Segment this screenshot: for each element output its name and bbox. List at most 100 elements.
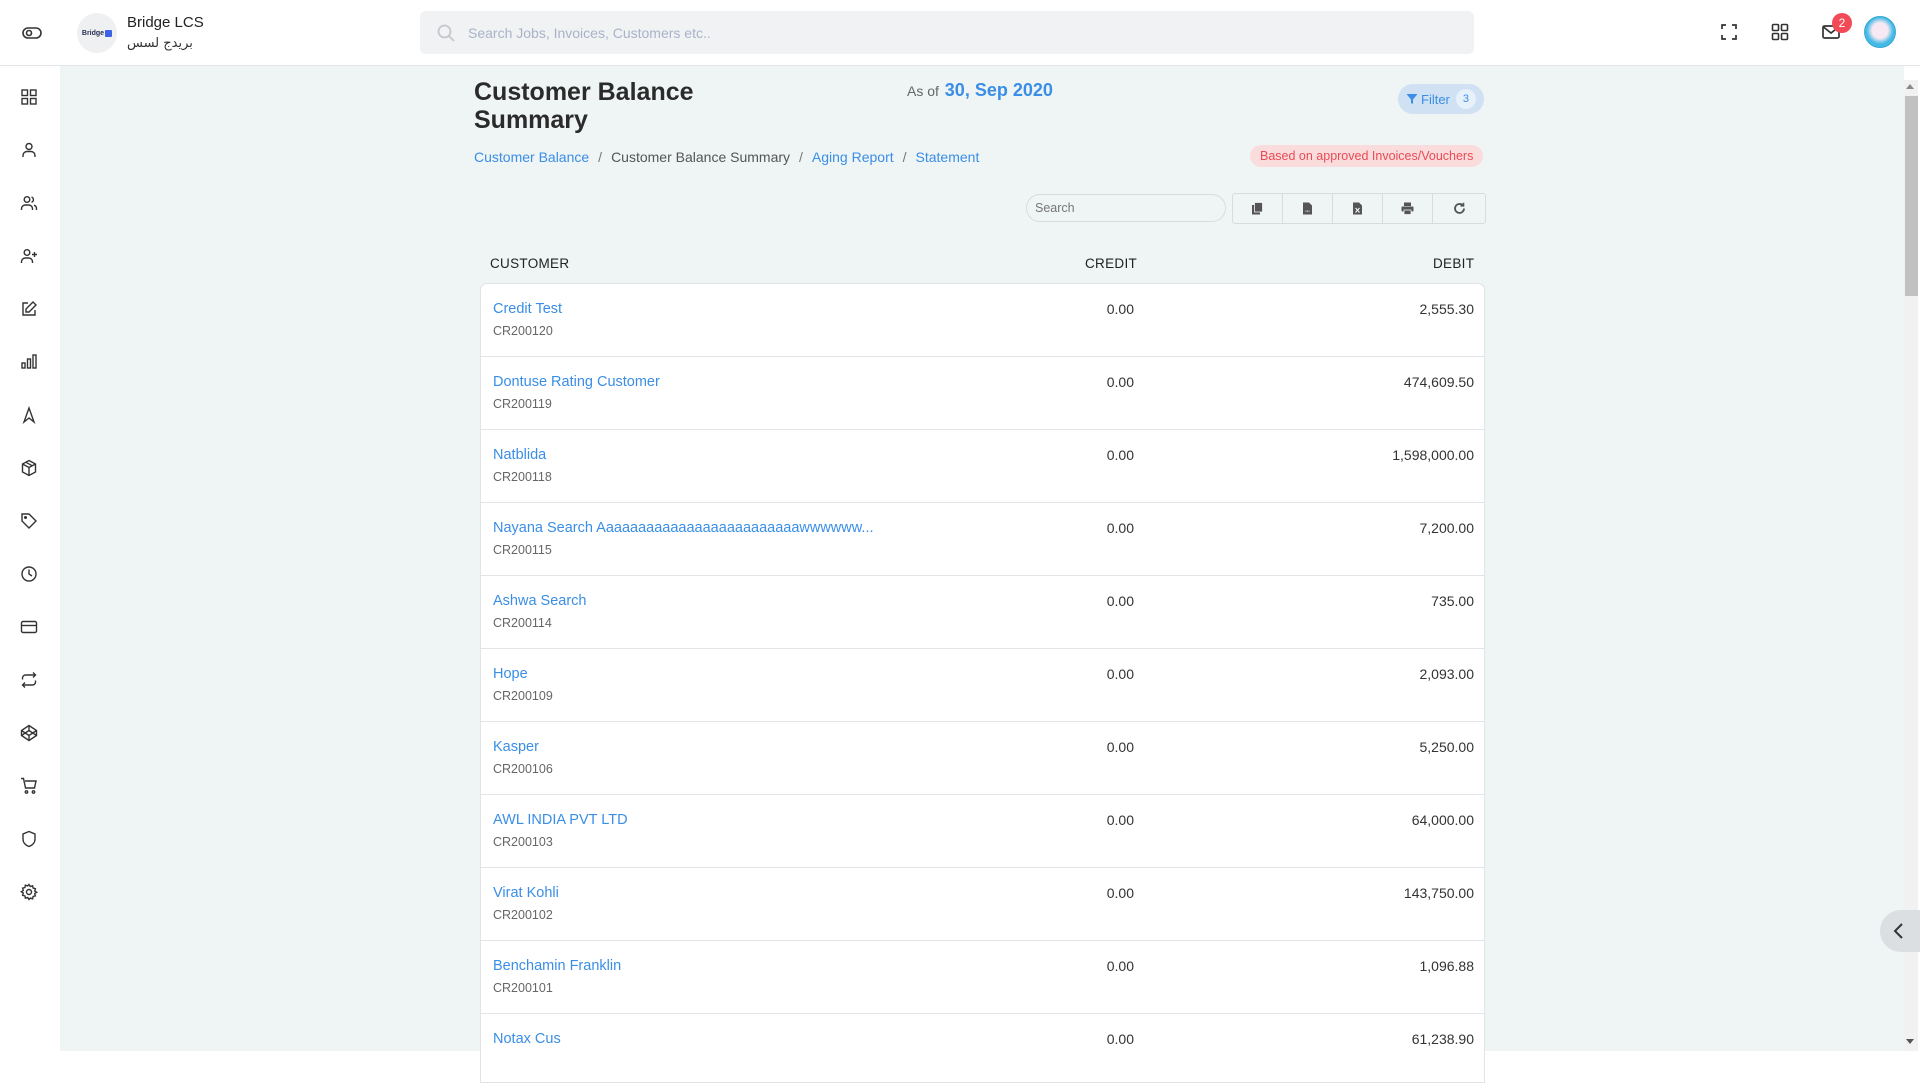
credit-value: 0.00 (1106, 1031, 1134, 1047)
sidebar-item-packages[interactable] (18, 457, 40, 479)
sidebar-item-dashboard[interactable] (18, 86, 40, 108)
customer-name-link[interactable]: AWL INDIA PVT LTD (493, 812, 628, 828)
table-row: Benchamin Franklin CR200101 0.00 1,096.8… (481, 941, 1484, 1014)
column-header-credit[interactable]: CREDIT (1085, 256, 1137, 271)
global-search (420, 11, 1474, 54)
breadcrumb-current: Customer Balance Summary (611, 149, 791, 165)
customer-name-link[interactable]: Dontuse Rating Customer (493, 374, 660, 390)
user-avatar[interactable] (1864, 16, 1896, 48)
customer-name-link[interactable]: Kasper (493, 739, 539, 755)
filter-button[interactable]: Filter 3 (1398, 84, 1484, 114)
scrollbar-thumb[interactable] (1905, 96, 1918, 296)
top-bar: Bridge Bridge LCS بريدج لسس 2 (0, 0, 1920, 66)
apps-grid-icon[interactable] (1770, 22, 1790, 42)
sidebar-toggle-icon[interactable] (22, 24, 42, 42)
sidebar-item-cart[interactable] (18, 775, 40, 797)
users-icon (20, 196, 38, 210)
breadcrumb-aging-report[interactable]: Aging Report (812, 149, 894, 165)
navigation-icon (22, 406, 36, 424)
approved-note-badge: Based on approved Invoices/Vouchers (1250, 145, 1484, 167)
table-row: Natblida CR200118 0.00 1,598,000.00 (481, 430, 1484, 503)
customer-name-link[interactable]: Benchamin Franklin (493, 958, 621, 974)
customer-code: CR200102 (493, 908, 553, 922)
breadcrumb-statement[interactable]: Statement (916, 149, 980, 165)
sidebar-item-modules[interactable] (18, 722, 40, 744)
fullscreen-icon[interactable] (1719, 22, 1739, 42)
table-row: Hope CR200109 0.00 2,093.00 (481, 649, 1484, 722)
sidebar-item-settings[interactable] (18, 881, 40, 903)
breadcrumb-customer-balance[interactable]: Customer Balance (474, 149, 589, 165)
tag-icon (21, 513, 37, 529)
export-toolbar: csv (1232, 193, 1486, 224)
credit-value: 0.00 (1106, 739, 1134, 755)
csv-icon: csv (1303, 202, 1312, 215)
svg-text:csv: csv (1305, 209, 1310, 213)
column-header-debit[interactable]: DEBIT (1433, 256, 1474, 271)
debit-value: 7,200.00 (1419, 520, 1475, 536)
brand-logo[interactable]: Bridge (77, 13, 117, 53)
breadcrumb-separator: / (799, 149, 803, 165)
debit-value: 2,555.30 (1419, 301, 1475, 317)
breadcrumb-separator: / (598, 149, 603, 165)
repeat-icon (21, 672, 37, 688)
logo-mark (105, 29, 113, 37)
debit-value: 1,096.88 (1419, 958, 1475, 974)
credit-value: 0.00 (1106, 447, 1134, 463)
customer-code: CR200103 (493, 835, 553, 849)
sidebar-item-edit[interactable] (18, 298, 40, 320)
credit-value: 0.00 (1106, 958, 1134, 974)
brand-name: Bridge LCS (127, 14, 204, 31)
sidebar-item-add-user[interactable] (18, 245, 40, 267)
settings-icon (20, 883, 38, 901)
sidebar-item-tags[interactable] (18, 510, 40, 532)
scroll-down-arrow-icon[interactable] (1906, 1039, 1914, 1044)
sidebar-item-payments[interactable] (18, 616, 40, 638)
customer-code: CR200115 (493, 543, 552, 557)
print-button[interactable] (1383, 194, 1433, 223)
credit-value: 0.00 (1106, 593, 1134, 609)
customer-name-link[interactable]: Notax Cus (493, 1031, 561, 1047)
edit-icon (22, 301, 37, 316)
dashboard-icon (21, 89, 37, 105)
csv-button[interactable]: csv (1283, 194, 1333, 223)
table-search-input[interactable] (1026, 194, 1226, 222)
brand-name-arabic: بريدج لسس (127, 36, 193, 51)
side-panel-toggle[interactable] (1880, 910, 1920, 952)
customer-name-link[interactable]: Ashwa Search (493, 593, 587, 609)
customer-name-link[interactable]: Credit Test (493, 301, 562, 317)
customer-name-link[interactable]: Hope (493, 666, 528, 682)
customer-name-link[interactable]: Nayana Search Aaaaaaaaaaaaaaaaaaaaaaaaaw… (493, 520, 874, 536)
customer-code: CR200114 (493, 616, 552, 630)
table-row: Notax Cus 0.00 61,238.90 (481, 1014, 1484, 1082)
scroll-up-arrow-icon[interactable] (1906, 84, 1914, 89)
global-search-input[interactable] (468, 24, 1368, 41)
customer-code: CR200109 (493, 689, 553, 703)
as-of-date-value[interactable]: 30, Sep 2020 (945, 80, 1053, 100)
refresh-button[interactable] (1433, 194, 1485, 223)
sidebar-item-history[interactable] (18, 563, 40, 585)
customer-name-link[interactable]: Natblida (493, 447, 546, 463)
customer-balance-table: Credit Test CR200120 0.00 2,555.30 Dontu… (480, 283, 1485, 1083)
debit-value: 735.00 (1431, 593, 1474, 609)
sidebar-item-reports[interactable] (18, 351, 40, 373)
codepen-icon (20, 724, 38, 742)
copy-button[interactable] (1233, 194, 1283, 223)
sidebar-item-navigation[interactable] (18, 404, 40, 426)
customer-name-link[interactable]: Virat Kohli (493, 885, 559, 901)
sidebar-item-user[interactable] (18, 139, 40, 161)
clock-icon (21, 566, 37, 582)
sidebar-item-users[interactable] (18, 192, 40, 214)
refresh-icon (1453, 202, 1465, 214)
table-row: Credit Test CR200120 0.00 2,555.30 (481, 284, 1484, 357)
excel-button[interactable] (1333, 194, 1383, 223)
table-row: AWL INDIA PVT LTD CR200103 0.00 64,000.0… (481, 795, 1484, 868)
shield-icon (22, 830, 36, 848)
sidebar-item-transfers[interactable] (18, 669, 40, 691)
user-icon (22, 142, 36, 157)
column-header-customer[interactable]: CUSTOMER (490, 256, 569, 271)
credit-value: 0.00 (1106, 301, 1134, 317)
debit-value: 143,750.00 (1403, 885, 1474, 901)
sidebar-item-security[interactable] (18, 828, 40, 850)
logo-text: Bridge (81, 29, 105, 37)
copy-icon (1252, 202, 1263, 215)
